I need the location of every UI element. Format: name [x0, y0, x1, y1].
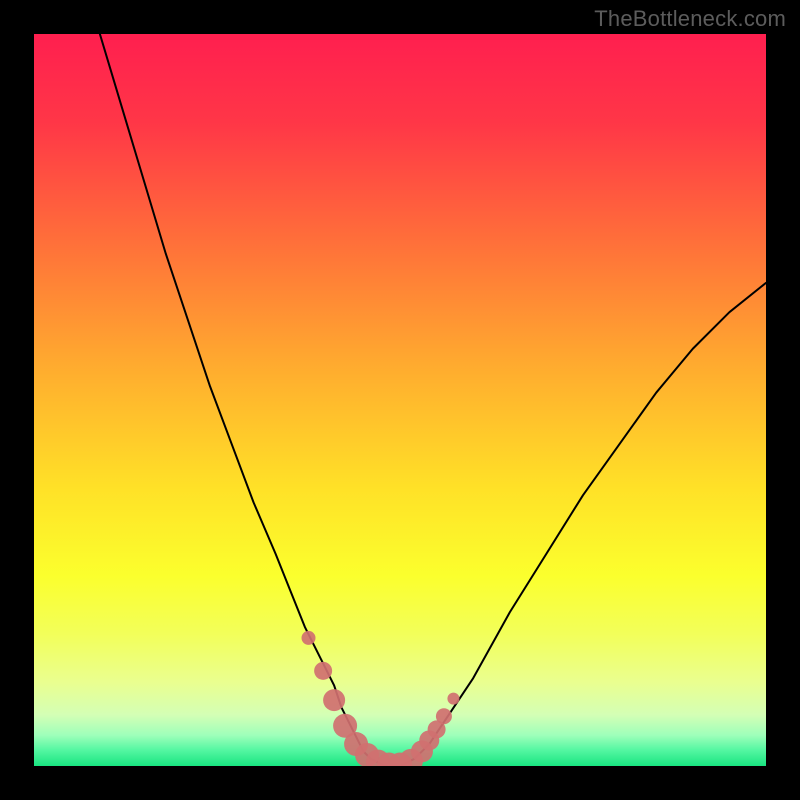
- plot-svg: [34, 34, 766, 766]
- gradient-background: [34, 34, 766, 766]
- watermark-text: TheBottleneck.com: [594, 6, 786, 32]
- highlight-dot: [314, 662, 332, 680]
- chart-frame: TheBottleneck.com: [0, 0, 800, 800]
- highlight-dot: [447, 693, 459, 705]
- plot-area: [34, 34, 766, 766]
- highlight-dot: [436, 708, 452, 724]
- highlight-dot: [302, 631, 316, 645]
- highlight-dot: [323, 689, 345, 711]
